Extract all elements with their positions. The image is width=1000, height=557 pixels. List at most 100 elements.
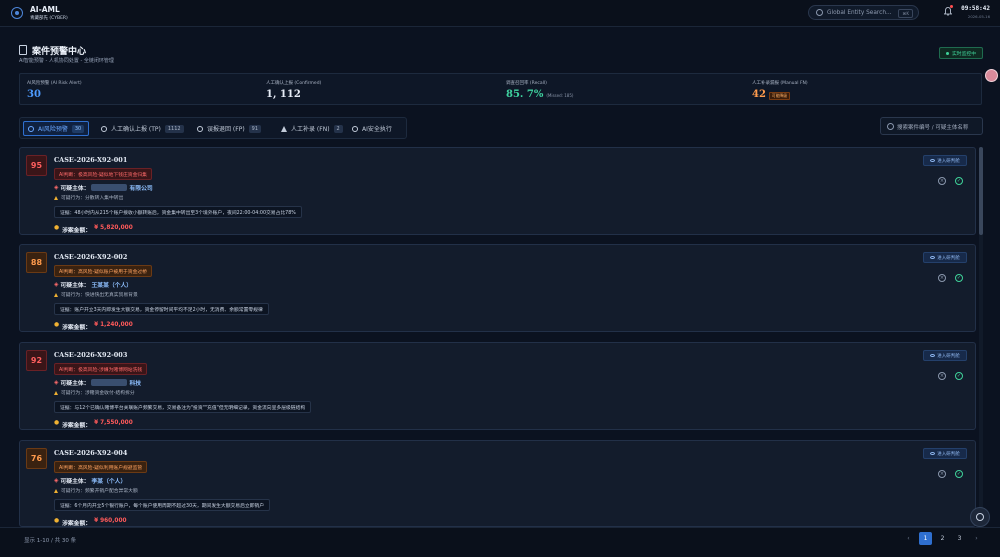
eye-icon xyxy=(930,256,936,259)
search-icon xyxy=(816,9,823,16)
money-bag-icon: ● xyxy=(54,322,60,328)
redacted-name xyxy=(91,379,128,386)
app-title: AI-AML xyxy=(30,5,60,14)
subject-name[interactable]: 王某某（个人） xyxy=(91,280,132,289)
involved-amount: ● 涉案金额： ¥ 7,550,000 xyxy=(54,420,133,429)
money-bag-icon: ● xyxy=(54,518,60,524)
tab-ai-safe-exec[interactable]: AI安全执行 xyxy=(348,121,396,136)
stat-number: 1, 112 xyxy=(266,89,301,100)
tab-label: 人工补录 (FN) xyxy=(291,126,330,133)
subject-name[interactable]: 李某（个人） xyxy=(91,476,126,485)
confirm-icon[interactable]: ✓ xyxy=(955,372,963,380)
suspect-subject: ◈ 可疑主体： 李某（个人） xyxy=(54,476,126,486)
subject-name[interactable]: 有限公司 xyxy=(129,183,152,192)
involved-amount: ● 涉案金额： ¥ 1,240,000 xyxy=(54,322,133,331)
enter-analysis-button[interactable]: 进入研判舱 xyxy=(923,448,967,459)
stat-manual-fn: 人工补录漏报 (Manual FN) 42 可能降级 xyxy=(752,80,808,100)
evidence-text: 证据：6个月内开立5个银行账户，每个账户使用周期不超过30天，期间发生大额交易后… xyxy=(60,503,265,509)
eye-icon xyxy=(930,452,936,455)
avatar[interactable] xyxy=(985,69,998,82)
evidence-text: 证据：与12个已确认赌博平台关联账户频繁交易，交易备注为"投资""充值"但无明细… xyxy=(60,405,306,411)
enter-label: 进入研判舱 xyxy=(937,353,960,359)
pagination-info: 显示 1-10 / 共 30 条 xyxy=(24,538,77,544)
tab-false-positive[interactable]: 误报退回 (FP) 91 xyxy=(193,121,265,136)
case-search-placeholder: 搜索案件编号 / 可疑主体名称 xyxy=(897,125,969,131)
confirm-icon[interactable]: ✓ xyxy=(955,177,963,185)
case-card[interactable]: 95 CASE-2026-X92-001 AI判断：极高风险-疑似地下钱庄资金归集 ◈… xyxy=(19,147,976,235)
enter-label: 进入研判舱 xyxy=(937,451,960,457)
footer: 显示 1-10 / 共 30 条 ‹ 1 2 3 › xyxy=(0,527,1000,557)
eye-icon xyxy=(930,159,936,162)
amount-label: 涉案金额： xyxy=(62,521,92,527)
scrollbar-thumb[interactable] xyxy=(979,147,983,235)
suspect-subject: ◈ 可疑主体： 王某某（个人） xyxy=(54,280,132,290)
live-monitor-badge: 实时监控中 xyxy=(939,47,983,59)
stat-label: 人工补录漏报 (Manual FN) xyxy=(752,81,808,86)
tab-count: 91 xyxy=(248,124,262,133)
shield-icon: ◈ xyxy=(54,477,59,484)
evidence-box: 证据：48小时内从215个账户接收小额转账后，资金集中转出至3个境外账户，夜间2… xyxy=(54,206,302,218)
clock: 09:58:42 2026-05-16 xyxy=(961,5,990,19)
tab-label: AI风险预警 xyxy=(38,126,68,133)
live-dot-icon xyxy=(946,51,949,55)
app-logo-icon xyxy=(11,7,23,19)
behavior-text: 可疑行为：分散转入集中转出 xyxy=(61,196,124,201)
case-id[interactable]: CASE-2026-X92-002 xyxy=(54,253,127,261)
case-search-input[interactable]: 搜索案件编号 / 可疑主体名称 xyxy=(880,117,983,135)
bell-icon[interactable] xyxy=(944,7,952,16)
page-3-button[interactable]: 3 xyxy=(953,532,966,545)
suspicious-behavior: 可疑行为：频繁开销户配合异常大额 xyxy=(54,487,138,494)
shield-check-icon xyxy=(352,125,358,132)
tab-confirmed[interactable]: 人工确认上报 (TP) 1112 xyxy=(97,121,188,136)
enter-analysis-button[interactable]: 进入研判舱 xyxy=(923,252,967,263)
suspicious-behavior: 可疑行为：涉赌资金收付-结构拆分 xyxy=(54,389,135,396)
case-card[interactable]: 92 CASE-2026-X92-003 AI判断：极高风险-涉嫌为赌博网站洗钱 ◈ 可… xyxy=(19,342,976,430)
clock-time: 09:58:42 xyxy=(961,5,990,12)
pagination: ‹ 1 2 3 › xyxy=(902,532,983,545)
subject-label: 可疑主体： xyxy=(60,479,90,485)
involved-amount: ● 涉案金额： ¥ 960,000 xyxy=(54,518,127,527)
dismiss-icon[interactable]: × xyxy=(938,177,946,185)
check-circle-icon xyxy=(101,125,107,132)
assistant-button[interactable] xyxy=(970,507,990,527)
tab-count: 2 xyxy=(333,124,343,133)
case-id[interactable]: CASE-2026-X92-001 xyxy=(54,156,127,164)
subject-label: 可疑主体： xyxy=(60,381,90,387)
next-page-button[interactable]: › xyxy=(970,532,983,545)
enter-analysis-button[interactable]: 进入研判舱 xyxy=(923,155,967,166)
involved-amount: ● 涉案金额： ¥ 5,820,000 xyxy=(54,225,133,234)
subject-name[interactable]: 科技 xyxy=(129,378,141,387)
subject-label: 可疑主体： xyxy=(60,283,90,289)
subject-label: 可疑主体： xyxy=(60,186,90,192)
tab-label: 误报退回 (FP) xyxy=(207,126,245,133)
page-2-button[interactable]: 2 xyxy=(936,532,949,545)
global-search-input[interactable]: Global Entity Search... ⌘K xyxy=(808,5,919,20)
clock-date: 2026-05-16 xyxy=(967,14,990,19)
confirm-icon[interactable]: ✓ xyxy=(955,470,963,478)
dismiss-icon[interactable]: × xyxy=(938,372,946,380)
case-card[interactable]: 88 CASE-2026-X92-002 AI判断：高风险-疑似账户被用于资金过桥 ◈… xyxy=(19,244,976,332)
stat-value: 42 可能降级 xyxy=(752,89,808,100)
tab-ai-risk-alert[interactable]: AI风险预警 30 xyxy=(23,121,90,136)
case-id[interactable]: CASE-2026-X92-003 xyxy=(54,351,127,359)
evidence-box: 证据：与12个已确认赌博平台关联账户频繁交易，交易备注为"投资""充值"但无明细… xyxy=(54,401,312,413)
enter-analysis-button[interactable]: 进入研判舱 xyxy=(923,350,967,361)
dismiss-icon[interactable]: × xyxy=(938,470,946,478)
tab-manual-fn[interactable]: 人工补录 (FN) 2 xyxy=(277,121,347,136)
top-bar: AI-AML 青藏部先 (CYBER) Global Entity Search… xyxy=(0,0,1000,27)
stat-number: 85. 7% xyxy=(506,89,544,100)
amount-value: ¥ 7,550,000 xyxy=(94,420,133,426)
ai-verdict-badge: AI判断：高风险-疑似利用账户规避监管 xyxy=(54,461,148,473)
tab-count: 30 xyxy=(71,124,85,133)
evidence-text: 证据：48小时内从215个账户接收小额转账后，资金集中转出至3个境外账户，夜间2… xyxy=(60,210,296,216)
risk-score: 95 xyxy=(26,155,47,176)
page-1-button[interactable]: 1 xyxy=(919,532,932,545)
confirm-icon[interactable]: ✓ xyxy=(955,274,963,282)
stat-value: 30 xyxy=(27,89,82,100)
money-bag-icon: ● xyxy=(54,225,60,231)
case-card[interactable]: 76 CASE-2026-X92-004 AI判断：高风险-疑似利用账户规避监管 ◈ 可… xyxy=(19,440,976,527)
case-id[interactable]: CASE-2026-X92-004 xyxy=(54,449,127,457)
warning-icon xyxy=(281,125,287,132)
dismiss-icon[interactable]: × xyxy=(938,274,946,282)
prev-page-button[interactable]: ‹ xyxy=(902,532,915,545)
